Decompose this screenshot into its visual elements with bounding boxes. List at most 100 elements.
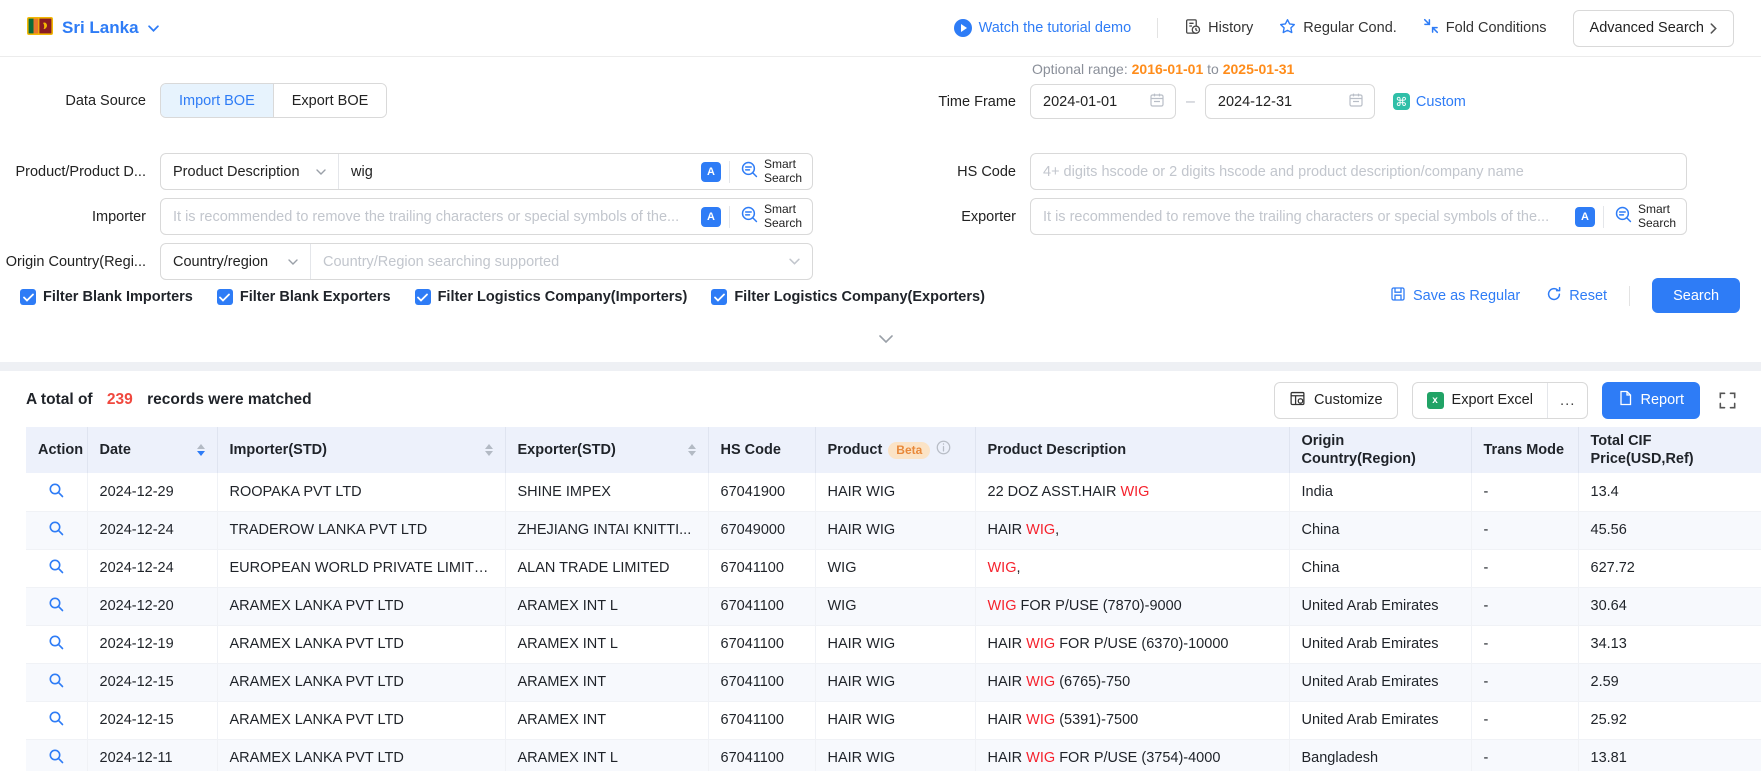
cell-product-link[interactable]: HAIR WIG <box>815 625 975 663</box>
filter-blank-importers-checkbox[interactable]: Filter Blank Importers <box>20 289 193 305</box>
optional-range-to-word: to <box>1207 61 1219 77</box>
cell-product-link[interactable]: WIG <box>815 587 975 625</box>
smart-search-label: SmartSearch <box>764 203 802 231</box>
country-selector[interactable]: Sri Lanka <box>27 17 159 40</box>
export-excel-button[interactable]: x Export Excel <box>1413 383 1547 418</box>
sort-icons[interactable] <box>680 444 696 456</box>
cell-hs-code: 67041100 <box>708 701 815 739</box>
row-search-action[interactable] <box>26 549 87 587</box>
cell-importer-link[interactable]: ARAMEX LANKA PVT LTD <box>217 587 505 625</box>
end-date-input[interactable]: 2024-12-31 <box>1205 84 1375 119</box>
fullscreen-icon <box>1718 391 1737 410</box>
cell-date: 2024-12-20 <box>87 587 217 625</box>
report-button[interactable]: Report <box>1602 382 1700 419</box>
exporter-smart-search-button[interactable]: SmartSearch <box>1604 199 1686 234</box>
importer-input[interactable] <box>161 199 701 234</box>
cell-importer-link[interactable]: EUROPEAN WORLD PRIVATE LIMITED <box>217 549 505 587</box>
row-search-action[interactable] <box>26 663 87 701</box>
row-search-action[interactable] <box>26 625 87 663</box>
row-search-action[interactable] <box>26 473 87 511</box>
cell-product-link[interactable]: HAIR WIG <box>815 511 975 549</box>
product-smart-search-button[interactable]: SmartSearch <box>730 154 812 189</box>
translate-icon[interactable]: A <box>701 207 721 227</box>
exporter-group: A SmartSearch <box>1030 198 1687 235</box>
start-date-input[interactable]: 2024-01-01 <box>1030 84 1176 119</box>
cell-product-link[interactable]: HAIR WIG <box>815 663 975 701</box>
import-boe-tab[interactable]: Import BOE <box>161 84 273 117</box>
checkbox-checked-icon <box>20 289 36 305</box>
cell-total-cif: 627.72 <box>1578 549 1761 587</box>
cell-importer-link[interactable]: ARAMEX LANKA PVT LTD <box>217 625 505 663</box>
cell-importer-link[interactable]: ARAMEX LANKA PVT LTD <box>217 739 505 771</box>
cell-importer-link[interactable]: ARAMEX LANKA PVT LTD <box>217 701 505 739</box>
cell-exporter-link[interactable]: ZHEJIANG INTAI KNITTI... <box>505 511 708 549</box>
cell-trans-mode: - <box>1471 625 1578 663</box>
advanced-search-button[interactable]: Advanced Search <box>1573 10 1734 47</box>
calendar-icon <box>1348 92 1364 112</box>
translate-icon[interactable]: A <box>701 162 721 182</box>
info-icon[interactable] <box>936 440 951 460</box>
custom-range-link[interactable]: ⌘ Custom <box>1393 93 1466 110</box>
translate-icon[interactable]: A <box>1575 207 1595 227</box>
watch-tutorial-link[interactable]: Watch the tutorial demo <box>954 19 1132 37</box>
trade-data-app: Sri Lanka Watch the tutorial demo Histor… <box>0 0 1761 771</box>
hs-code-label: HS Code <box>938 164 1030 180</box>
exporter-input[interactable] <box>1031 199 1575 234</box>
row-search-action[interactable] <box>26 511 87 549</box>
cell-importer-link[interactable]: ROOPAKA PVT LTD <box>217 473 505 511</box>
cell-product-link[interactable]: WIG <box>815 549 975 587</box>
importer-smart-search-button[interactable]: SmartSearch <box>730 199 812 234</box>
cell-total-cif: 30.64 <box>1578 587 1761 625</box>
table-row: 2024-12-15 ARAMEX LANKA PVT LTD ARAMEX I… <box>26 663 1761 701</box>
customize-button[interactable]: Customize <box>1274 382 1398 419</box>
row-search-action[interactable] <box>26 587 87 625</box>
cell-total-cif: 45.56 <box>1578 511 1761 549</box>
cell-importer-link[interactable]: ARAMEX LANKA PVT LTD <box>217 663 505 701</box>
cell-exporter-link[interactable]: ALAN TRADE LIMITED <box>505 549 708 587</box>
cell-exporter-link[interactable]: ARAMEX INT <box>505 663 708 701</box>
cell-importer-link[interactable]: TRADEROW LANKA PVT LTD <box>217 511 505 549</box>
history-button[interactable]: History <box>1184 18 1253 39</box>
export-excel-label: Export Excel <box>1452 392 1533 408</box>
col-importer[interactable]: Importer(STD) <box>217 427 505 473</box>
row-search-action[interactable] <box>26 701 87 739</box>
search-button[interactable]: Search <box>1652 278 1740 313</box>
origin-country-input[interactable] <box>311 244 789 279</box>
chevron-down-icon <box>316 169 326 175</box>
col-date[interactable]: Date <box>87 427 217 473</box>
table-row: 2024-12-24 TRADEROW LANKA PVT LTD ZHEJIA… <box>26 511 1761 549</box>
cell-exporter-link[interactable]: ARAMEX INT <box>505 701 708 739</box>
fullscreen-button[interactable] <box>1718 391 1737 410</box>
checkbox-checked-icon <box>711 289 727 305</box>
cell-date: 2024-12-24 <box>87 511 217 549</box>
cell-exporter-link[interactable]: ARAMEX INT L <box>505 739 708 771</box>
save-as-regular-button[interactable]: Save as Regular <box>1390 286 1520 306</box>
fold-conditions-button[interactable]: Fold Conditions <box>1423 18 1547 38</box>
cell-exporter-link[interactable]: SHINE IMPEX <box>505 473 708 511</box>
reset-button[interactable]: Reset <box>1546 286 1607 306</box>
cell-product-description: HAIR WIG FOR P/USE (6370)-10000 <box>975 625 1289 663</box>
collapse-filters-tab[interactable] <box>862 329 910 349</box>
export-boe-tab[interactable]: Export BOE <box>273 84 387 117</box>
cell-product-link[interactable]: HAIR WIG <box>815 473 975 511</box>
product-search-input[interactable] <box>339 154 701 189</box>
cell-exporter-link[interactable]: ARAMEX INT L <box>505 587 708 625</box>
cell-product-link[interactable]: HAIR WIG <box>815 739 975 771</box>
filter-logistics-importers-checkbox[interactable]: Filter Logistics Company(Importers) <box>415 289 688 305</box>
filter-logistics-exporters-checkbox[interactable]: Filter Logistics Company(Exporters) <box>711 289 985 305</box>
regular-cond-button[interactable]: Regular Cond. <box>1279 18 1397 39</box>
origin-type-select[interactable]: Country/region <box>161 244 311 279</box>
cell-exporter-link[interactable]: ARAMEX INT L <box>505 625 708 663</box>
col-total-cif: Total CIF Price(USD,Ref) <box>1578 427 1761 473</box>
export-more-button[interactable]: ... <box>1547 383 1588 418</box>
cell-product-link[interactable]: HAIR WIG <box>815 701 975 739</box>
sort-icons[interactable] <box>189 444 205 456</box>
col-exporter[interactable]: Exporter(STD) <box>505 427 708 473</box>
filter-blank-exporters-checkbox[interactable]: Filter Blank Exporters <box>217 289 391 305</box>
product-field-select[interactable]: Product Description <box>161 154 339 189</box>
total-prefix: A total of <box>26 391 93 408</box>
sort-icons[interactable] <box>477 444 493 456</box>
row-search-action[interactable] <box>26 739 87 771</box>
hs-code-input[interactable] <box>1030 153 1687 190</box>
results-total-text: A total of 239 records were matched <box>26 391 312 409</box>
